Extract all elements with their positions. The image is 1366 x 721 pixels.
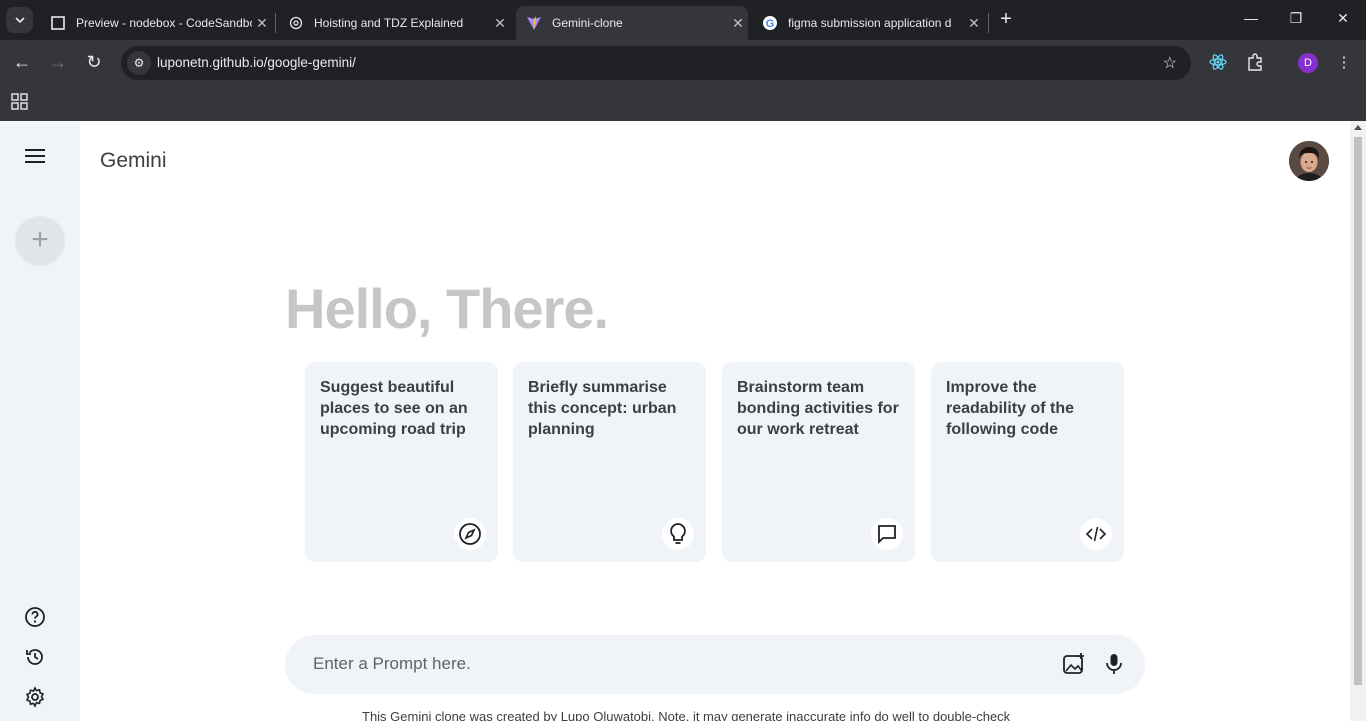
restore-icon[interactable]: ❐ — [1286, 10, 1306, 27]
page-scrollbar[interactable] — [1350, 121, 1366, 721]
codesandbox-icon — [50, 15, 66, 31]
hamburger-icon[interactable] — [25, 149, 45, 165]
close-tab-icon[interactable]: ✕ — [728, 15, 748, 32]
close-tab-icon[interactable]: ✕ — [964, 15, 984, 32]
bulb-icon — [662, 518, 694, 550]
message-icon — [871, 518, 903, 550]
close-tab-icon[interactable]: ✕ — [252, 15, 272, 32]
minimize-icon[interactable]: — — [1241, 10, 1261, 26]
tab-separator — [275, 13, 276, 33]
new-tab-button[interactable]: + — [996, 9, 1016, 30]
react-devtools-icon[interactable] — [1208, 53, 1228, 73]
new-chat-button[interactable]: + — [15, 216, 65, 266]
card-text: Improve the readability of the following… — [946, 379, 1075, 438]
tab-hoisting[interactable]: Hoisting and TDZ Explained ✕ — [278, 6, 510, 40]
settings-icon[interactable] — [24, 686, 46, 708]
tab-figma-submission[interactable]: G figma submission application d ✕ — [752, 6, 984, 40]
tab-search-button[interactable] — [6, 7, 33, 33]
card-text: Suggest beautiful places to see on an up… — [320, 379, 468, 438]
page-viewport: + Gemini Hello, There. Suggest beautiful… — [0, 121, 1350, 721]
extensions-icon[interactable] — [1245, 53, 1265, 73]
vite-icon — [526, 15, 542, 31]
suggestion-card[interactable]: Suggest beautiful places to see on an up… — [305, 362, 498, 562]
history-icon[interactable] — [24, 646, 46, 668]
user-avatar[interactable] — [1289, 141, 1329, 181]
prompt-input[interactable] — [313, 652, 1013, 676]
reload-icon[interactable]: ↻ — [83, 52, 105, 74]
chevron-down-icon — [14, 17, 25, 24]
profile-avatar[interactable]: D — [1298, 53, 1318, 73]
help-icon[interactable] — [24, 606, 46, 628]
bookmarks-bar — [0, 86, 1366, 121]
scroll-up-arrow-icon[interactable] — [1354, 125, 1362, 130]
sidebar: + — [0, 121, 80, 721]
svg-text:G: G — [766, 18, 775, 30]
apps-grid-icon[interactable] — [11, 93, 29, 111]
suggestion-card[interactable]: Brainstorm team bonding activities for o… — [722, 362, 915, 562]
scrollbar-thumb[interactable] — [1354, 137, 1362, 685]
card-text: Briefly summarise this concept: urban pl… — [528, 379, 677, 438]
compass-icon — [454, 518, 486, 550]
suggestion-card[interactable]: Briefly summarise this concept: urban pl… — [513, 362, 706, 562]
prompt-bar — [285, 635, 1145, 694]
brand-title: Gemini — [100, 149, 167, 172]
address-bar[interactable]: ⚙ luponetn.github.io/google-gemini/ ☆ — [121, 46, 1191, 80]
suggestion-card[interactable]: Improve the readability of the following… — [931, 362, 1124, 562]
code-icon — [1080, 518, 1112, 550]
tab-title: Hoisting and TDZ Explained — [314, 16, 464, 30]
main-content: Gemini Hello, There. Suggest beautiful p… — [80, 121, 1350, 721]
tab-title: figma submission application d — [788, 16, 952, 30]
back-icon[interactable]: ← — [11, 52, 33, 74]
close-tab-icon[interactable]: ✕ — [490, 15, 510, 32]
card-text: Brainstorm team bonding activities for o… — [737, 379, 899, 438]
image-upload-icon[interactable] — [1062, 652, 1086, 676]
disclaimer-text: This Gemini clone was created by Lupo Ol… — [362, 709, 1011, 721]
forward-icon[interactable]: → — [47, 52, 69, 74]
browser-toolbar: ← → ↻ ⚙ luponetn.github.io/google-gemini… — [0, 40, 1366, 86]
tab-separator — [988, 13, 989, 33]
more-options-icon[interactable]: ⋮ — [1334, 53, 1354, 73]
tab-title: Gemini-clone — [552, 16, 623, 30]
url-text[interactable]: luponetn.github.io/google-gemini/ — [157, 55, 356, 70]
tab-codesandbox[interactable]: Preview - nodebox - CodeSandbox ✕ — [40, 6, 272, 40]
google-icon: G — [762, 15, 778, 31]
tab-strip: Preview - nodebox - CodeSandbox ✕ Hoisti… — [0, 0, 1366, 40]
site-info-icon[interactable]: ⚙ — [127, 51, 151, 75]
tab-title: Preview - nodebox - CodeSandbox — [76, 16, 252, 30]
microphone-icon[interactable] — [1104, 652, 1124, 676]
tab-gemini-clone[interactable]: Gemini-clone ✕ — [516, 6, 748, 40]
greeting-heading: Hello, There. — [285, 277, 609, 340]
close-window-icon[interactable]: ✕ — [1333, 10, 1353, 27]
chatgpt-icon — [288, 15, 304, 31]
bookmark-star-icon[interactable]: ☆ — [1163, 53, 1177, 73]
browser-chrome: Preview - nodebox - CodeSandbox ✕ Hoisti… — [0, 0, 1366, 121]
